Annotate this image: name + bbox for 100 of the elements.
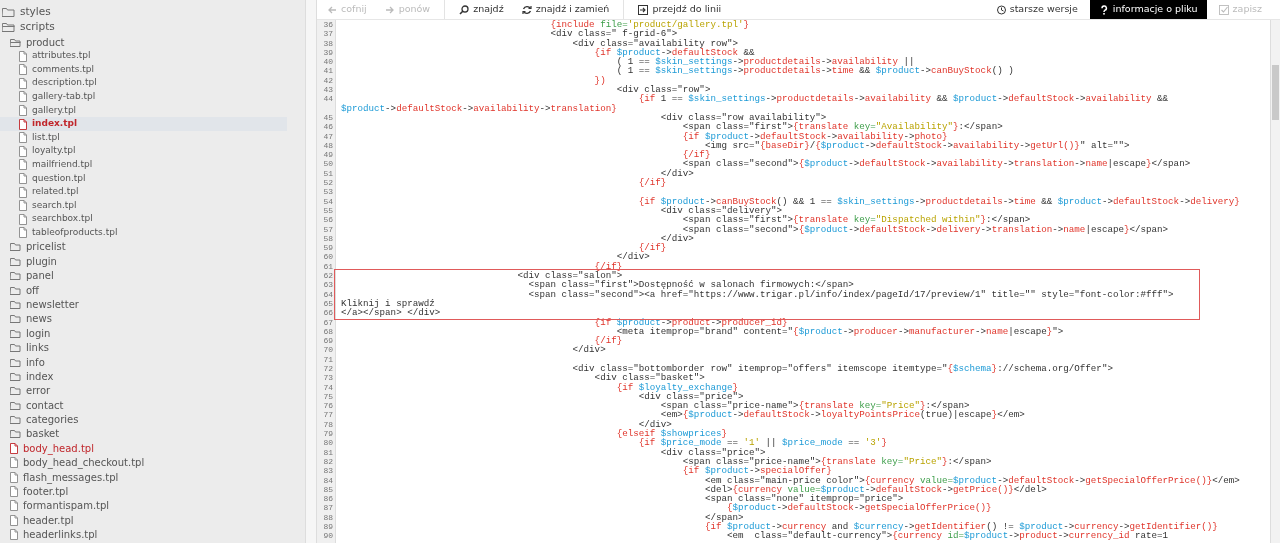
file-item[interactable]: formantispam.tpl [0,498,305,514]
search-icon [459,4,470,15]
file-item[interactable]: loyalty.tpl [0,144,305,159]
code-line: ( 1 == $skin_settings->productdetails->time && $product->canBuyStock() ) [615,66,1015,76]
folder-item[interactable]: login [0,326,305,341]
line-number: 63 [322,280,334,290]
folder-item[interactable]: links [0,340,305,355]
line-number: 66 [322,308,334,318]
code-line: <span class="second">{$product->defaultStock->availability->translation->name|escape}</span> [682,159,1192,169]
file-item[interactable]: index.tpl [0,117,287,131]
file-item[interactable]: header.tpl [0,513,305,528]
folder-item[interactable]: info [0,354,305,370]
folder-item[interactable]: product [0,35,305,50]
line-number: 78 [322,419,334,430]
line-number: 59 [322,243,334,253]
code-line: </div> [638,419,672,430]
folder-item[interactable]: newsletter [0,297,305,312]
line-number: 75 [322,391,334,402]
file-item[interactable]: body_head.tpl [0,441,305,456]
folder-item[interactable]: index [0,369,305,384]
file-item[interactable]: description.tpl [0,76,305,91]
code-line: {if 1 == $skin_settings->productdetails->availability && $product->defaultStock->availability && $product->defaultStock->availability->translation} [341,94,1170,113]
file-item[interactable]: searchbox.tpl [0,212,305,227]
line-number: 39 [322,47,334,58]
folder-icon [10,242,21,252]
toolbar-button[interactable]: starsze wersje [991,0,1082,19]
toolbar-button[interactable]: znajdź [455,0,508,19]
file-item[interactable]: list.tpl [0,130,305,145]
file-item[interactable]: flash_messages.tpl [0,469,305,485]
folder-icon [10,429,21,439]
file-item[interactable]: gallery-tab.tpl [0,90,305,104]
line-number: 62 [322,271,334,281]
folder-item[interactable]: styles [0,4,305,20]
folder-item[interactable]: scripts [0,19,305,35]
line-number: 69 [322,336,334,346]
folder-icon [10,256,21,266]
file-item[interactable]: headerlinks.tpl [0,527,305,542]
line-number: 44 [322,94,334,104]
folder-icon [2,22,15,33]
file-item[interactable]: tableofproducts.tpl [0,226,305,240]
folder-icon [10,357,21,367]
folder-item[interactable]: categories [0,412,305,427]
file-item[interactable]: question.tpl [0,171,305,186]
folder-item[interactable]: pricelist [0,239,305,255]
line-number: 86 [322,494,334,504]
line-number: 47 [322,131,334,141]
code-line: <span class="second">{$product->defaultStock->delivery->translation->name|escape}</span> [682,224,1170,234]
folder-item[interactable]: plugin [0,254,305,269]
folder-item[interactable]: panel [0,268,305,283]
line-number: 51 [322,168,334,179]
file-icon [19,91,27,103]
folder-item[interactable]: off [0,282,305,298]
code-line: {if $product->currency and $currency->getIdentifier() != $product->currency->getIdentifier()} [703,522,1219,532]
code-line: {$product->defaultStock->getSpecialOfferPrice()} [726,503,993,513]
code-line: <span class="price-name">{translate key="Price"}:</span> [681,456,993,467]
line-number: 87 [322,503,334,513]
checkbox-icon [1218,4,1229,15]
line-number: 72 [322,364,334,374]
file-item[interactable]: footer.tpl [0,484,305,499]
code-line: <span class="first">Dostępność w salonach firmowych:</span> [527,280,854,290]
refresh-icon [521,4,532,15]
file-item[interactable]: gallery.tpl [0,103,305,118]
file-item[interactable]: search.tpl [0,198,305,213]
file-item[interactable]: comments.tpl [0,63,305,77]
line-number: 52 [322,178,334,188]
line-number: 49 [322,150,334,160]
folder-item[interactable]: error [0,383,305,398]
file-item[interactable]: mailfriend.tpl [0,158,305,172]
line-number: 55 [322,205,334,216]
file-icon [19,227,27,239]
sidebar-scrollbar[interactable] [305,0,317,543]
line-number: 79 [322,429,334,439]
file-item[interactable]: body_head_checkout.tpl [0,455,305,470]
code-line: <div class="availability row"> [571,38,739,48]
toolbar-button[interactable]: znajdź i zamień [517,0,614,19]
code-line: </span> [703,512,744,523]
code-line: {include file='product/gallery.tpl'} [549,20,751,30]
folder-item[interactable]: contact [0,398,305,413]
folder-icon [10,343,21,353]
folder-item[interactable]: news [0,311,305,327]
code-line: <span class="price-name">{translate key="Price"}:</span> [659,401,970,411]
folder-icon [10,415,21,425]
line-number: 81 [322,447,334,457]
line-number: 50 [322,159,334,169]
line-number: 77 [322,410,334,420]
code-line: <div class="row availability"> [659,112,827,123]
line-number: 88 [322,512,334,523]
toolbar-button[interactable]: informacje o pliku [1089,0,1207,19]
file-item[interactable]: related.tpl [0,185,305,199]
folder-item[interactable]: basket [0,426,305,442]
code-line: {if $product->defaultStock && [593,47,755,58]
line-number: 54 [322,196,334,206]
file-icon [19,50,27,62]
toolbar-button[interactable]: przejdź do linii [634,0,726,19]
editor-scrollbar[interactable] [1270,20,1280,543]
line-number: 43 [322,85,334,95]
line-number: 65 [322,298,334,309]
code-line: <meta itemprop="brand" content="{$product->producer->manufacturer->name|escape}"> [616,326,1065,337]
scrollbar-thumb[interactable] [1272,65,1279,120]
file-item[interactable]: attributes.tpl [0,49,305,63]
